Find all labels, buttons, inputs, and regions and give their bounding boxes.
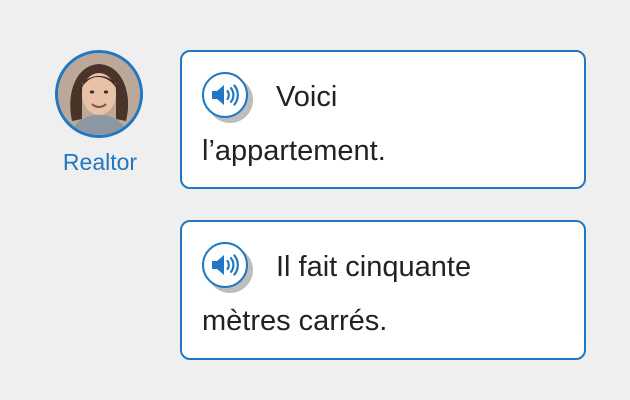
speaker-avatar	[55, 50, 143, 138]
message-1-line-2: l’appartement.	[202, 135, 386, 167]
play-audio-button-1[interactable]	[202, 72, 258, 120]
speaker-name-label: Realtor	[62, 149, 138, 175]
message-bubble-1: Voici l’appartement.	[180, 50, 586, 189]
speaker-icon	[212, 84, 239, 106]
message-bubble-2: Il fait cinquante mètres carrés.	[180, 220, 586, 360]
play-audio-button-2[interactable]	[202, 242, 258, 290]
speaker-icon	[212, 254, 239, 276]
message-2-line-2: mètres carrés.	[202, 305, 388, 337]
woman-portrait-icon	[58, 53, 140, 135]
